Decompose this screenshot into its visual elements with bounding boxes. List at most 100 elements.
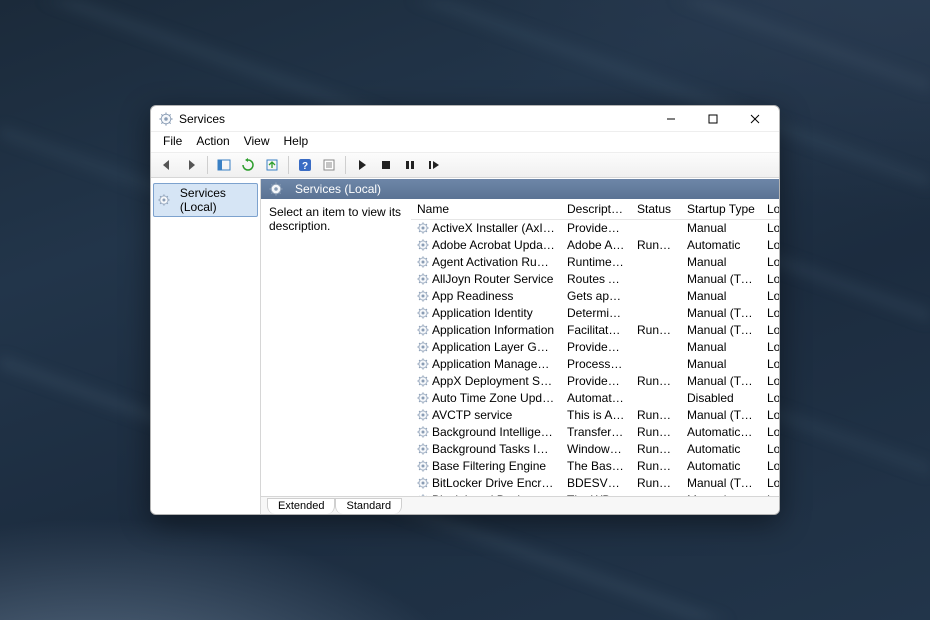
gear-icon	[417, 375, 429, 387]
back-button[interactable]	[157, 155, 177, 175]
cell-name: Adobe Acrobat Update Servi..	[411, 237, 561, 254]
cell-name: AppX Deployment Service (A..	[411, 373, 561, 390]
properties-button[interactable]	[319, 155, 339, 175]
panel-header: Services (Local)	[261, 179, 779, 199]
cell-name: Background Tasks Infrastruc..	[411, 441, 561, 458]
gear-icon	[417, 409, 429, 421]
col-name[interactable]: Name	[411, 199, 561, 220]
app-icon	[159, 112, 173, 126]
gear-icon	[417, 494, 429, 496]
cell-logon: Local System	[761, 424, 779, 441]
table-row[interactable]: Base Filtering EngineThe Base Filt..Runn…	[411, 458, 779, 475]
cell-logon: Local System	[761, 492, 779, 497]
table-row[interactable]: Application ManagementProcesses in.. Manu…	[411, 356, 779, 373]
gear-icon	[417, 256, 429, 268]
cell-name: Agent Activation Runtime_b..	[411, 254, 561, 271]
table-row[interactable]: ActiveX Installer (AxInstSV)Provides Use…	[411, 220, 779, 237]
cell-status	[631, 305, 681, 322]
table-row[interactable]: Adobe Acrobat Update Servi..Adobe Acro..…	[411, 237, 779, 254]
maximize-button[interactable]	[699, 109, 727, 129]
menu-view[interactable]: View	[238, 132, 276, 152]
table-row[interactable]: Background Intelligent Tran..Transfers f…	[411, 424, 779, 441]
pause-service-button[interactable]	[400, 155, 420, 175]
tree-item-label: Services (Local)	[180, 186, 253, 214]
cell-status	[631, 339, 681, 356]
minimize-button[interactable]	[657, 109, 685, 129]
gear-icon	[417, 273, 429, 285]
cell-logon: Local Service	[761, 458, 779, 475]
cell-name: Application Identity	[411, 305, 561, 322]
refresh-button[interactable]	[238, 155, 258, 175]
cell-name: AVCTP service	[411, 407, 561, 424]
table-row[interactable]: AllJoyn Router ServiceRoutes AllJo.. Manu…	[411, 271, 779, 288]
column-header-row[interactable]: Name Description Status Startup Type Log…	[411, 199, 779, 220]
col-startup[interactable]: Startup Type	[681, 199, 761, 220]
svg-text:?: ?	[302, 161, 308, 172]
forward-button[interactable]	[181, 155, 201, 175]
cell-startup: Manual (Trigg..	[681, 407, 761, 424]
table-row[interactable]: Agent Activation Runtime_b..Runtime for …	[411, 254, 779, 271]
cell-name: ActiveX Installer (AxInstSV)	[411, 220, 561, 237]
menu-action[interactable]: Action	[190, 132, 235, 152]
cell-startup: Manual (Trigg..	[681, 271, 761, 288]
tab-extended[interactable]: Extended	[267, 498, 335, 514]
cell-description: Provides sup..	[561, 339, 631, 356]
cell-name: App Readiness	[411, 288, 561, 305]
titlebar[interactable]: Services	[151, 106, 779, 132]
table-row[interactable]: AVCTP serviceThis is Audio..RunningManua…	[411, 407, 779, 424]
cell-startup: Manual (Trigg..	[681, 305, 761, 322]
menu-help[interactable]: Help	[278, 132, 315, 152]
cell-startup: Automatic	[681, 458, 761, 475]
cell-logon: Local System	[761, 475, 779, 492]
menu-file[interactable]: File	[157, 132, 188, 152]
services-list[interactable]: Name Description Status Startup Type Log…	[411, 199, 779, 496]
cell-status: Running	[631, 458, 681, 475]
close-button[interactable]	[741, 109, 769, 129]
table-row[interactable]: App ReadinessGets apps re..ManualLocal S…	[411, 288, 779, 305]
gear-icon	[417, 443, 429, 455]
table-row[interactable]: AppX Deployment Service (A..Provides inf…	[411, 373, 779, 390]
cell-status: Running	[631, 237, 681, 254]
gear-icon	[417, 324, 429, 336]
table-row[interactable]: Block Level Backup Engine S..The WBENGI.…	[411, 492, 779, 497]
restart-service-button[interactable]	[424, 155, 444, 175]
cell-status: Running	[631, 322, 681, 339]
cell-description: Provides infr..	[561, 373, 631, 390]
help-button[interactable]: ?	[295, 155, 315, 175]
stop-service-button[interactable]	[376, 155, 396, 175]
window-title: Services	[179, 112, 225, 126]
table-row[interactable]: Application Layer Gateway S..Provides su…	[411, 339, 779, 356]
col-description[interactable]: Description	[561, 199, 631, 220]
export-list-button[interactable]	[262, 155, 282, 175]
cell-name: Application Management	[411, 356, 561, 373]
start-service-button[interactable]	[352, 155, 372, 175]
cell-name: Application Information	[411, 322, 561, 339]
show-hide-tree-button[interactable]	[214, 155, 234, 175]
toolbar-separator	[345, 156, 346, 174]
cell-startup: Manual	[681, 356, 761, 373]
cell-name: AllJoyn Router Service	[411, 271, 561, 288]
cell-description: Facilitates th..	[561, 322, 631, 339]
tree-item-services-local[interactable]: Services (Local)	[153, 183, 258, 217]
table-row[interactable]: Application InformationFacilitates th..R…	[411, 322, 779, 339]
cell-description: Processes in..	[561, 356, 631, 373]
tab-standard[interactable]: Standard	[335, 498, 402, 514]
col-status[interactable]: Status	[631, 199, 681, 220]
cell-description: Automaticall..	[561, 390, 631, 407]
cell-description: The Base Filt..	[561, 458, 631, 475]
table-row[interactable]: Application IdentityDetermines .. Manual …	[411, 305, 779, 322]
table-row[interactable]: Background Tasks Infrastruc..Windows inf…	[411, 441, 779, 458]
cell-description: Routes AllJo..	[561, 271, 631, 288]
col-logon[interactable]: Log On As	[761, 199, 779, 220]
cell-status	[631, 220, 681, 237]
console-tree[interactable]: Services (Local)	[151, 179, 261, 514]
table-row[interactable]: Auto Time Zone UpdaterAutomaticall..Disa…	[411, 390, 779, 407]
table-row[interactable]: BitLocker Drive Encryption S..BDESVC hos…	[411, 475, 779, 492]
cell-description: Determines ..	[561, 305, 631, 322]
cell-name: Auto Time Zone Updater	[411, 390, 561, 407]
cell-startup: Automatic	[681, 441, 761, 458]
gear-icon	[417, 341, 429, 353]
cell-logon: Local Service	[761, 271, 779, 288]
cell-logon: Local System	[761, 441, 779, 458]
cell-logon: Local System	[761, 220, 779, 237]
